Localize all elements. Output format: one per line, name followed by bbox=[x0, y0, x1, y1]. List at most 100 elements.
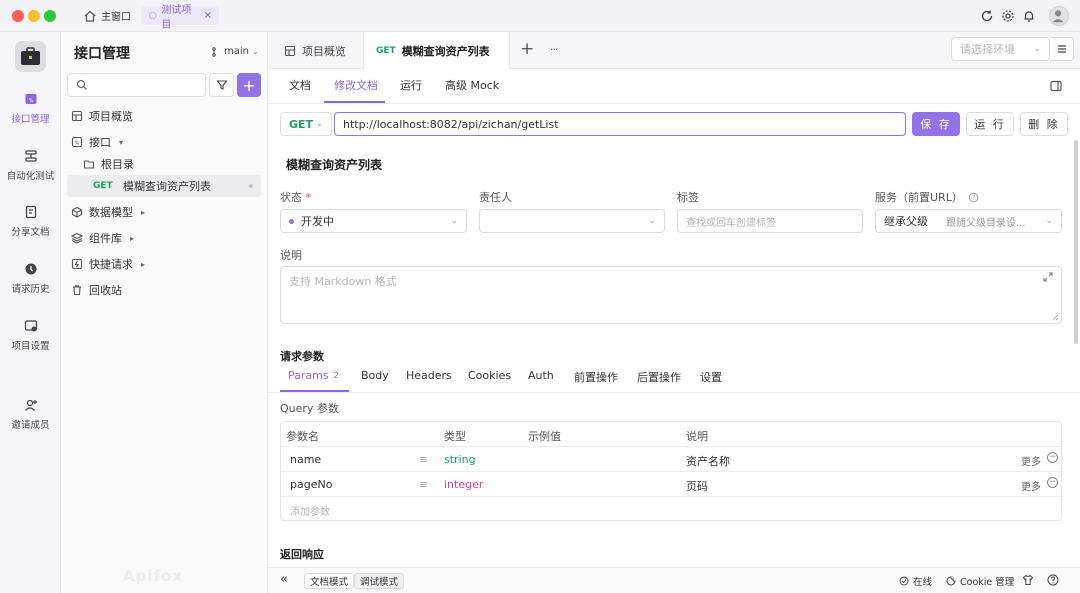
api-name[interactable]: 模糊查询资产列表 bbox=[286, 156, 382, 173]
cookie-label: Cookie 管理 bbox=[960, 577, 1015, 588]
tree-item-api-get-list[interactable]: GET 模糊查询资产列表 bbox=[67, 175, 261, 197]
param-tab-settings[interactable]: 设置 bbox=[700, 369, 722, 391]
param-more-button[interactable]: 更多 bbox=[1021, 478, 1041, 493]
param-tab-headers[interactable]: Headers bbox=[406, 369, 452, 391]
share-docs-icon bbox=[25, 205, 36, 219]
online-label: 在线 bbox=[913, 577, 933, 588]
caret-right-icon: ▸ bbox=[141, 207, 146, 217]
param-type[interactable]: string bbox=[444, 453, 476, 466]
close-window-button[interactable] bbox=[12, 10, 24, 22]
method-badge: GET bbox=[376, 46, 396, 56]
panel-title: 接口管理 bbox=[74, 46, 130, 62]
tree-item-api-folder[interactable]: % 接口 ▾ bbox=[69, 131, 261, 153]
bottom-status-bar: « 文档模式 调试模式 在线 Cookie 管理 bbox=[268, 567, 1080, 593]
window-tab-project[interactable]: 测试项目 × bbox=[141, 5, 219, 31]
user-avatar[interactable] bbox=[1049, 6, 1069, 26]
subtab-run[interactable]: 运行 bbox=[400, 77, 422, 99]
param-tab-cookies[interactable]: Cookies bbox=[468, 369, 511, 391]
project-icon bbox=[148, 11, 157, 20]
cookie-manager-button[interactable]: Cookie 管理 bbox=[946, 573, 1014, 589]
debug-mode-button[interactable]: 调试模式 bbox=[354, 573, 405, 589]
tree-item-recycle-bin[interactable]: 回收站 bbox=[69, 279, 261, 301]
rail-item-api-management[interactable]: % 接口管理 bbox=[0, 92, 61, 125]
unsaved-dot bbox=[249, 184, 253, 188]
status-value: 开发中 bbox=[301, 215, 334, 228]
minimize-window-button[interactable] bbox=[28, 10, 40, 22]
param-tab-post-ops[interactable]: 后置操作 bbox=[637, 369, 681, 391]
vertical-scrollbar[interactable] bbox=[1074, 140, 1078, 344]
table-row[interactable]: pageNo ≡ integer 页码 更多 − bbox=[281, 472, 1061, 497]
theme-shirt-icon[interactable] bbox=[1022, 574, 1034, 586]
tree-item-data-models[interactable]: 数据模型 ▸ bbox=[69, 201, 261, 223]
param-name[interactable]: pageNo bbox=[290, 478, 332, 491]
save-button[interactable]: 保 存 bbox=[912, 112, 960, 136]
param-tab-params[interactable]: Params 2 bbox=[288, 369, 339, 391]
branch-selector[interactable]: main ⌄ bbox=[211, 46, 259, 57]
help-icon[interactable] bbox=[1047, 574, 1059, 586]
tags-input[interactable]: 查找或回车创建标签 bbox=[677, 209, 863, 233]
filter-button[interactable] bbox=[209, 73, 234, 97]
param-description[interactable]: 页码 bbox=[686, 478, 708, 494]
api-tree-panel: 接口管理 main ⌄ + 项目概览 % 接口 ▾ 根目录 GET 模糊查询资产… bbox=[61, 32, 268, 593]
query-params-table: 参数名 类型 示例值 说明 name ≡ string 资产名称 更多 − pa… bbox=[280, 421, 1062, 521]
subtab-edit-docs[interactable]: 修改文档 bbox=[334, 77, 378, 99]
window-tab-home[interactable]: 主窗口 bbox=[76, 6, 138, 25]
param-tab-auth[interactable]: Auth bbox=[528, 369, 554, 391]
required-mark: * bbox=[305, 191, 312, 204]
drag-handle-icon[interactable]: ≡ bbox=[419, 478, 428, 491]
param-tab-body[interactable]: Body bbox=[361, 369, 389, 391]
subtab-advanced-mock[interactable]: 高级 Mock bbox=[445, 77, 499, 99]
collapse-sidebar-icon[interactable]: « bbox=[280, 571, 288, 587]
drag-handle-icon[interactable]: ≡ bbox=[419, 453, 428, 466]
tree-item-root-folder[interactable]: 根目录 bbox=[81, 153, 261, 175]
online-status[interactable]: 在线 bbox=[899, 573, 932, 589]
doc-mode-button[interactable]: 文档模式 bbox=[304, 573, 355, 589]
param-description[interactable]: 资产名称 bbox=[686, 453, 730, 469]
param-type[interactable]: integer bbox=[444, 478, 483, 491]
window-tab-label: 主窗口 bbox=[101, 12, 131, 23]
method-select[interactable]: GET ⌄ bbox=[280, 112, 332, 136]
settings-gear-icon[interactable] bbox=[1001, 9, 1015, 23]
help-circle-icon[interactable]: ? bbox=[968, 192, 979, 203]
param-more-button[interactable]: 更多 bbox=[1021, 453, 1041, 468]
notification-bell-icon[interactable] bbox=[1022, 9, 1036, 23]
search-input[interactable] bbox=[67, 73, 206, 97]
subtab-docs[interactable]: 文档 bbox=[289, 77, 311, 99]
delete-button[interactable]: 删 除 bbox=[1020, 112, 1068, 136]
resize-handle-icon[interactable] bbox=[1052, 314, 1059, 321]
remove-param-icon[interactable]: − bbox=[1047, 452, 1058, 463]
remove-param-icon[interactable]: − bbox=[1047, 477, 1058, 488]
param-tab-pre-ops[interactable]: 前置操作 bbox=[574, 369, 618, 391]
environment-select[interactable]: 请选择环境 ⌄ bbox=[951, 37, 1050, 61]
response-title: 返回响应 bbox=[280, 548, 324, 561]
rail-item-invite-members[interactable]: 邀请成员 bbox=[0, 398, 61, 431]
toggle-side-panel-icon[interactable] bbox=[1049, 79, 1063, 93]
url-input[interactable]: http://localhost:8082/api/zichan/getList bbox=[334, 112, 906, 136]
tree-item-quick-requests[interactable]: 快捷请求 ▸ bbox=[69, 253, 261, 275]
table-row[interactable]: name ≡ string 资产名称 更多 − bbox=[281, 447, 1061, 472]
refresh-icon[interactable] bbox=[980, 9, 994, 23]
doc-tab-get-list[interactable]: GET 模糊查询资产列表 bbox=[363, 32, 510, 70]
add-item-button[interactable]: + bbox=[237, 73, 261, 97]
rail-item-project-settings[interactable]: 项目设置 bbox=[0, 319, 61, 352]
owner-select[interactable]: ⌄ bbox=[479, 209, 665, 233]
param-name[interactable]: name bbox=[290, 453, 321, 466]
tree-item-components[interactable]: 组件库 ▸ bbox=[69, 227, 261, 249]
more-tabs-button[interactable]: ··· bbox=[550, 43, 558, 56]
add-tab-button[interactable]: + bbox=[520, 39, 534, 59]
run-button[interactable]: 运 行 bbox=[966, 112, 1014, 136]
maximize-window-button[interactable] bbox=[44, 10, 56, 22]
description-textarea[interactable]: 支持 Markdown 格式 bbox=[280, 266, 1062, 324]
rail-item-automation-test[interactable]: 自动化测试 bbox=[0, 149, 61, 182]
expand-icon[interactable] bbox=[1043, 272, 1053, 282]
add-param-row[interactable]: 添加参数 bbox=[281, 497, 1061, 521]
project-logo[interactable] bbox=[15, 41, 46, 72]
doc-tab-overview[interactable]: 项目概览 bbox=[272, 32, 358, 69]
tree-item-project-overview[interactable]: 项目概览 bbox=[69, 105, 261, 127]
rail-item-request-history[interactable]: 请求历史 bbox=[0, 262, 61, 295]
environment-menu-button[interactable] bbox=[1050, 37, 1074, 61]
service-select[interactable]: 继承父级 跟随父级目录设... ⌄ bbox=[875, 209, 1062, 233]
status-select[interactable]: 开发中 ⌄ bbox=[280, 209, 467, 233]
rail-item-share-docs[interactable]: 分享文档 bbox=[0, 205, 61, 238]
close-tab-icon[interactable]: × bbox=[204, 10, 212, 21]
